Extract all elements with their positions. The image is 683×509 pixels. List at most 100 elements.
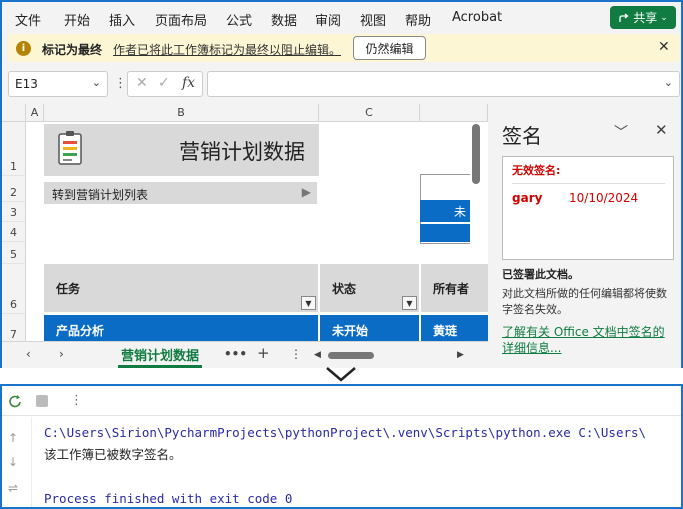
- menu-data[interactable]: 数据: [271, 10, 297, 29]
- more-sheets-icon[interactable]: •••: [224, 347, 247, 361]
- enter-icon[interactable]: ✓: [158, 75, 170, 91]
- scroll-left-icon[interactable]: ◀: [314, 350, 321, 360]
- rerun-icon[interactable]: [8, 394, 24, 410]
- signature-pane: 签名 ﹀ ✕ 无效签名: gary 10/10/2024 已签署此文档。 对此文…: [490, 104, 681, 368]
- insert-function-icon[interactable]: fx: [182, 75, 195, 91]
- row-header-7[interactable]: 7: [2, 314, 26, 341]
- marked-final-infobar: i 标记为最终 作者已将此工作簿标记为最终以阻止编辑。 仍然编辑 ✕: [8, 34, 680, 62]
- table-header-label: 状态: [332, 282, 357, 296]
- menu-acrobat[interactable]: Acrobat: [452, 10, 502, 25]
- close-icon[interactable]: ✕: [658, 39, 670, 55]
- menu-page-layout[interactable]: 页面布局: [155, 10, 207, 29]
- row-header-5[interactable]: 5: [2, 242, 26, 264]
- signed-document-label: 已签署此文档。: [502, 268, 579, 281]
- console-line: C:\Users\Sirion\PycharmProjects\pythonPr…: [44, 425, 647, 440]
- table-header-task[interactable]: 任务 ▼: [44, 264, 318, 312]
- horizontal-scrollbar-thumb[interactable]: [328, 352, 374, 359]
- table-header-owner[interactable]: 所有者: [421, 264, 488, 312]
- chevron-down-icon[interactable]: ﹀: [614, 122, 628, 142]
- invalid-signature-label: 无效签名:: [512, 164, 561, 177]
- edit-anyway-button[interactable]: 仍然编辑: [353, 36, 426, 60]
- chevron-down-icon[interactable]: ⌄: [92, 76, 101, 89]
- divider: [512, 183, 665, 184]
- menu-file[interactable]: 文件: [15, 10, 41, 29]
- scroll-right-icon[interactable]: ▶: [457, 350, 464, 360]
- cell-text: 黄琏: [433, 324, 458, 338]
- share-button[interactable]: 共享 ⌄: [610, 6, 676, 29]
- formula-buttons: ✕ ✓ fx: [127, 71, 203, 97]
- infobar-title: 标记为最终: [42, 43, 103, 57]
- checklist-icon: [58, 131, 82, 165]
- chevron-down-icon[interactable]: [323, 364, 359, 384]
- column-header-d[interactable]: D: [420, 104, 488, 122]
- chevron-down-icon[interactable]: ⌄: [664, 76, 673, 89]
- filter-dropdown-icon[interactable]: ▼: [402, 296, 417, 310]
- excel-window: 文件 开始 插入 页面布局 公式 数据 审阅 视图 帮助 Acrobat 共享 …: [0, 0, 683, 368]
- menu-insert[interactable]: 插入: [109, 10, 135, 29]
- share-icon: [619, 12, 629, 22]
- soft-wrap-icon[interactable]: ⇌: [8, 481, 18, 495]
- more-options-icon[interactable]: ⋮: [290, 347, 302, 361]
- chevron-left-icon[interactable]: ‹: [26, 347, 31, 361]
- infobar-message: 作者已将此工作簿标记为最终以阻止编辑。: [113, 43, 342, 57]
- chevron-right-icon[interactable]: ›: [59, 347, 64, 361]
- table-cell-owner[interactable]: 黄琏: [421, 315, 488, 341]
- table-cell-status[interactable]: 未开始: [320, 315, 419, 341]
- filter-dropdown-icon[interactable]: ▼: [301, 296, 316, 310]
- console-line: 该工作簿已被数字签名。: [44, 447, 182, 462]
- row-header-2[interactable]: 2: [2, 176, 26, 202]
- formula-bar: E13 ⌄ ⋮ ✕ ✓ fx ⌄: [2, 68, 681, 100]
- row-header-3[interactable]: 3: [2, 202, 26, 222]
- pane-title: 签名: [502, 124, 542, 148]
- sheet-tab-bar: ‹ › 营销计划数据 ••• + ⋮ ◀ ▶: [2, 341, 488, 368]
- close-icon[interactable]: ✕: [655, 121, 668, 139]
- cancel-icon[interactable]: ✕: [136, 75, 148, 91]
- run-console: ⋮ ↑ ↓ ⇌ C:\Users\Sirion\PycharmProjects\…: [0, 384, 683, 509]
- screen: 文件 开始 插入 页面布局 公式 数据 审阅 视图 帮助 Acrobat 共享 …: [0, 0, 683, 509]
- menu-review[interactable]: 审阅: [315, 10, 341, 29]
- table-header-status[interactable]: 状态 ▼: [320, 264, 419, 312]
- column-header-b[interactable]: B: [44, 104, 319, 122]
- name-box-value: E13: [15, 77, 38, 91]
- column-header-a[interactable]: A: [26, 104, 44, 122]
- share-label: 共享: [633, 11, 658, 25]
- console-line: Process finished with exit code 0: [44, 491, 293, 506]
- sheet-title: 营销计划数据: [179, 140, 305, 164]
- row-header-6[interactable]: 6: [2, 264, 26, 314]
- more-options-icon[interactable]: ⋮: [70, 393, 83, 408]
- more-options-icon[interactable]: ⋮: [114, 76, 127, 91]
- arrow-down-icon[interactable]: ↓: [8, 455, 18, 469]
- play-arrow-icon: ▶: [301, 185, 311, 199]
- name-box[interactable]: E13 ⌄: [8, 71, 108, 97]
- formula-input[interactable]: ⌄: [207, 71, 680, 97]
- sheet-tab[interactable]: 营销计划数据: [118, 345, 203, 368]
- stop-icon[interactable]: [36, 395, 48, 407]
- worksheet-grid[interactable]: A B C D 1 2 3 4 5 6 7 营销计划数据: [2, 104, 488, 341]
- title-cell[interactable]: 营销计划数据: [44, 124, 319, 176]
- console-output[interactable]: C:\Users\Sirion\PycharmProjects\pythonPr…: [44, 422, 646, 509]
- menu-formulas[interactable]: 公式: [226, 10, 252, 29]
- learn-more-link[interactable]: 了解有关 Office 文档中签名的详细信息...: [502, 324, 676, 356]
- table-header-label: 任务: [56, 282, 81, 296]
- add-sheet-icon[interactable]: +: [257, 344, 270, 362]
- status-box-fill: 未: [420, 200, 470, 222]
- table-cell-task[interactable]: 产品分析: [44, 315, 318, 341]
- row-header-1[interactable]: 1: [2, 122, 26, 176]
- vertical-scrollbar-thumb[interactable]: [472, 124, 480, 184]
- signature-date[interactable]: 10/10/2024: [569, 191, 638, 205]
- row-header-4[interactable]: 4: [2, 222, 26, 242]
- signature-description: 对此文档所做的任何编辑都将使数字签名失效。: [502, 287, 667, 316]
- column-header-c[interactable]: C: [319, 104, 420, 122]
- menu-help[interactable]: 帮助: [405, 10, 431, 29]
- signature-list: 无效签名: gary 10/10/2024: [502, 156, 674, 260]
- info-icon: i: [16, 41, 31, 56]
- menu-view[interactable]: 视图: [360, 10, 386, 29]
- table-header-label: 所有者: [433, 282, 470, 296]
- signer-name[interactable]: gary: [512, 191, 542, 205]
- select-all-corner[interactable]: [2, 104, 26, 122]
- arrow-up-icon[interactable]: ↑: [8, 431, 18, 445]
- menu-home[interactable]: 开始: [64, 10, 90, 29]
- panel-divider[interactable]: [0, 367, 683, 384]
- goto-list-link[interactable]: 转到营销计划列表 ▶: [44, 182, 317, 204]
